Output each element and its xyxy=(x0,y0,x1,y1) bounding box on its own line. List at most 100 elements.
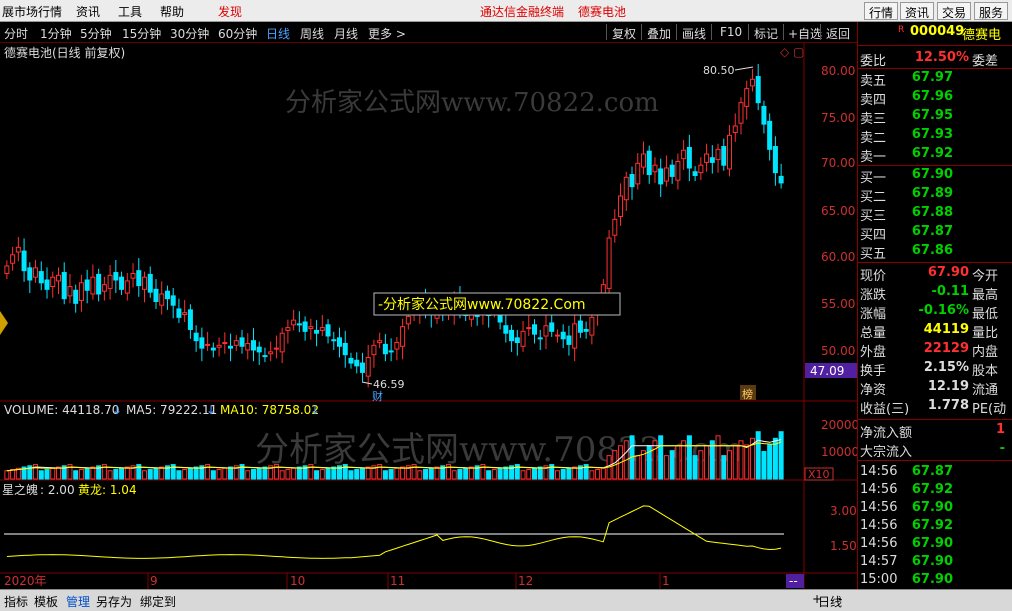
trade-tab-button[interactable]: 交易 xyxy=(937,2,972,20)
menu-help[interactable]: 帮助 xyxy=(160,3,184,20)
volume-bar xyxy=(698,450,704,480)
stat-row-label: 总量 xyxy=(860,326,887,341)
tick-time: 14:56 xyxy=(860,536,898,551)
chart-expand-icon[interactable]: ◇ ▢ xyxy=(780,45,804,59)
ask-row[interactable]: 卖二 67.93 xyxy=(858,127,1012,146)
volume-bar xyxy=(417,470,423,480)
stat-row[interactable]: 外盘 22129 内盘 xyxy=(858,341,1012,360)
bid-row-value: 67.87 xyxy=(911,224,953,239)
ask-row[interactable]: 卖四 67.96 xyxy=(858,89,1012,108)
news-tab-button[interactable]: 资讯 xyxy=(900,2,935,20)
overlay-button[interactable]: 叠加 xyxy=(647,25,671,42)
bid-row[interactable]: 买三 67.88 xyxy=(858,205,1012,224)
ask-row[interactable]: 卖一 67.92 xyxy=(858,146,1012,165)
volume-bar xyxy=(10,469,16,480)
tick-row: 14:57 67.90 xyxy=(858,554,1012,573)
stat-row[interactable]: 净资 12.19 流通 xyxy=(858,379,1012,398)
menu-tools[interactable]: 工具 xyxy=(118,3,142,20)
scroll-left-handle[interactable] xyxy=(0,311,8,335)
candle-body xyxy=(509,329,515,342)
tick-row: 14:56 67.92 xyxy=(858,518,1012,537)
period-daily[interactable]: 日线 xyxy=(266,25,290,42)
candle-body xyxy=(256,346,262,353)
candle-body xyxy=(612,218,618,236)
stat-row-extra: 今开 xyxy=(972,269,999,284)
stat-row[interactable]: 换手 2.15% 股本 xyxy=(858,360,1012,379)
menu-discover[interactable]: 发现 xyxy=(218,3,242,20)
stat-row-value: 12.19 xyxy=(927,379,969,394)
candle-body xyxy=(73,289,79,304)
save-as-menu[interactable]: 另存为 xyxy=(96,593,132,610)
stat-row[interactable]: 涨跌 -0.11 最高 xyxy=(858,284,1012,303)
period-30min[interactable]: 30分钟 xyxy=(170,25,209,42)
volume-bar xyxy=(572,466,578,480)
zoom-out-button[interactable]: - xyxy=(838,592,842,606)
volume-bar xyxy=(210,470,216,480)
stat-row-value: 1.778 xyxy=(927,398,969,413)
menu-market[interactable]: 展市场行情 xyxy=(2,3,62,20)
quote-tab-button[interactable]: 行情 xyxy=(864,2,899,20)
kline-chart[interactable]: 分析家公式网www.70822.com 分析家公式网www.70822.com … xyxy=(0,43,857,589)
ask-row[interactable]: 卖三 67.95 xyxy=(858,108,1012,127)
bid-row-label: 买三 xyxy=(860,209,887,224)
service-tab-button[interactable]: 服务 xyxy=(974,2,1009,20)
period-monthly[interactable]: 月线 xyxy=(334,25,358,42)
f10-button[interactable]: F10 xyxy=(720,25,742,39)
template-menu[interactable]: 模板 xyxy=(34,593,58,610)
finance-marker[interactable]: 财 xyxy=(372,389,383,403)
stat-row[interactable]: 总量 44119 量比 xyxy=(858,322,1012,341)
volume-bar xyxy=(245,470,251,480)
manage-menu[interactable]: 管理 xyxy=(66,593,90,610)
candle-body xyxy=(285,327,291,331)
menu-news[interactable]: 资讯 xyxy=(76,3,100,20)
candle-body xyxy=(652,164,658,173)
period-5min[interactable]: 5分钟 xyxy=(80,25,112,42)
tick-time: 15:00 xyxy=(860,572,898,587)
stat-row[interactable]: 收益(三) 1.778 PE(动 xyxy=(858,398,1012,417)
candle-body xyxy=(216,344,222,348)
volume-ma5: MA5: 79222.11 xyxy=(126,403,217,417)
volume-bar xyxy=(595,469,601,480)
period-1min[interactable]: 1分钟 xyxy=(40,25,72,42)
candle-body xyxy=(107,274,113,289)
candle-body xyxy=(761,105,767,125)
bind-to-menu[interactable]: 绑定到 xyxy=(140,593,176,610)
add-watchlist-button[interactable]: +自选 xyxy=(788,25,822,42)
candle-body xyxy=(130,272,136,279)
candle-body xyxy=(182,312,188,316)
period-more[interactable]: 更多 > xyxy=(368,25,406,42)
volume-bar xyxy=(193,466,199,480)
volume-bar xyxy=(491,469,497,480)
period-weekly[interactable]: 周线 xyxy=(300,25,324,42)
bid-row-label: 买一 xyxy=(860,171,887,186)
bid-row-value: 67.89 xyxy=(911,186,953,201)
period-tick[interactable]: 分时 xyxy=(4,25,28,42)
stat-row-extra: 最高 xyxy=(972,288,999,303)
back-button[interactable]: 返回 xyxy=(826,25,850,42)
rank-marker[interactable]: 榜 xyxy=(742,387,753,401)
toolbar-divider xyxy=(606,24,607,40)
candle-body xyxy=(721,146,727,166)
bid-row[interactable]: 买二 67.89 xyxy=(858,186,1012,205)
draw-line-button[interactable]: 画线 xyxy=(682,25,706,42)
price-tick: 70.00 xyxy=(821,156,855,170)
candle-body xyxy=(554,334,560,337)
bottom-toolbar: 指标 模板 管理 另存为 绑定到 日线 + - xyxy=(0,589,1012,611)
mark-button[interactable]: 标记 xyxy=(754,25,778,42)
volume-bar xyxy=(319,469,325,480)
bid-row[interactable]: 买四 67.87 xyxy=(858,224,1012,243)
bid-row[interactable]: 买五 67.86 xyxy=(858,243,1012,262)
candle-body xyxy=(640,153,646,168)
period-60min[interactable]: 60分钟 xyxy=(218,25,257,42)
adjust-button[interactable]: 复权 xyxy=(612,25,636,42)
stat-row[interactable]: 现价 67.90 今开 xyxy=(858,265,1012,284)
bid-row[interactable]: 买一 67.90 xyxy=(858,167,1012,186)
indicator-menu[interactable]: 指标 xyxy=(4,593,28,610)
candle-body xyxy=(727,134,733,170)
ask-row[interactable]: 卖五 67.97 xyxy=(858,70,1012,89)
candle-body xyxy=(27,267,33,281)
bid-row-label: 买四 xyxy=(860,228,887,243)
stat-row[interactable]: 涨幅 -0.16% 最低 xyxy=(858,303,1012,322)
period-15min[interactable]: 15分钟 xyxy=(122,25,161,42)
zoom-in-button[interactable]: + xyxy=(812,592,822,606)
